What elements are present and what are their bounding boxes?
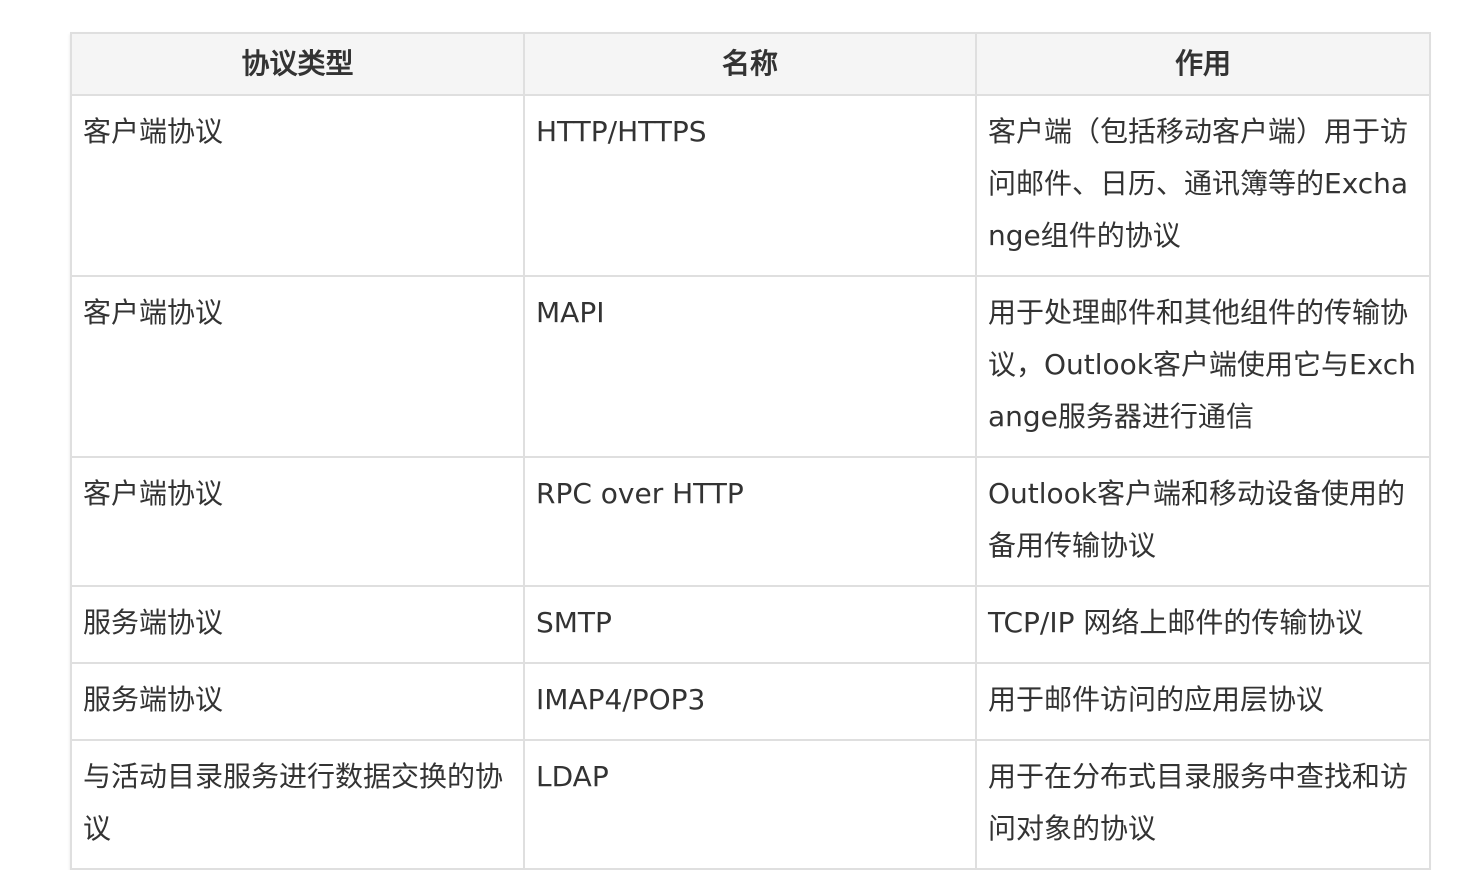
cell-protocol-type: 客户端协议 bbox=[70, 456, 525, 587]
cell-purpose: 用于处理邮件和其他组件的传输协议，Outlook客户端使用它与Exchange服… bbox=[975, 275, 1431, 458]
cell-protocol-type: 客户端协议 bbox=[70, 275, 525, 458]
cell-name: IMAP4/POP3 bbox=[523, 662, 977, 741]
cell-name: LDAP bbox=[523, 739, 977, 870]
table-row: 服务端协议 SMTP TCP/IP 网络上邮件的传输协议 bbox=[70, 585, 1431, 664]
cell-protocol-type: 服务端协议 bbox=[70, 662, 525, 741]
table-row: 客户端协议 HTTP/HTTPS 客户端（包括移动客户端）用于访问邮件、日历、通… bbox=[70, 94, 1431, 277]
table-header-row: 协议类型 名称 作用 bbox=[70, 32, 1431, 96]
cell-protocol-type: 与活动目录服务进行数据交换的协议 bbox=[70, 739, 525, 870]
table-row: 客户端协议 MAPI 用于处理邮件和其他组件的传输协议，Outlook客户端使用… bbox=[70, 275, 1431, 458]
table-row: 客户端协议 RPC over HTTP Outlook客户端和移动设备使用的备用… bbox=[70, 456, 1431, 587]
header-name: 名称 bbox=[523, 32, 977, 96]
table-row: 与活动目录服务进行数据交换的协议 LDAP 用于在分布式目录服务中查找和访问对象… bbox=[70, 739, 1431, 870]
cell-purpose: 用于在分布式目录服务中查找和访问对象的协议 bbox=[975, 739, 1431, 870]
cell-name: SMTP bbox=[523, 585, 977, 664]
cell-name: RPC over HTTP bbox=[523, 456, 977, 587]
protocol-table: 协议类型 名称 作用 客户端协议 HTTP/HTTPS 客户端（包括移动客户端）… bbox=[70, 32, 1431, 870]
cell-purpose: 客户端（包括移动客户端）用于访问邮件、日历、通讯簿等的Exchange组件的协议 bbox=[975, 94, 1431, 277]
protocol-table-container: 协议类型 名称 作用 客户端协议 HTTP/HTTPS 客户端（包括移动客户端）… bbox=[70, 32, 1431, 870]
cell-name: MAPI bbox=[523, 275, 977, 458]
cell-protocol-type: 服务端协议 bbox=[70, 585, 525, 664]
cell-purpose: Outlook客户端和移动设备使用的备用传输协议 bbox=[975, 456, 1431, 587]
header-protocol-type: 协议类型 bbox=[70, 32, 525, 96]
cell-protocol-type: 客户端协议 bbox=[70, 94, 525, 277]
header-purpose: 作用 bbox=[975, 32, 1431, 96]
cell-name: HTTP/HTTPS bbox=[523, 94, 977, 277]
table-row: 服务端协议 IMAP4/POP3 用于邮件访问的应用层协议 bbox=[70, 662, 1431, 741]
cell-purpose: 用于邮件访问的应用层协议 bbox=[975, 662, 1431, 741]
cell-purpose: TCP/IP 网络上邮件的传输协议 bbox=[975, 585, 1431, 664]
